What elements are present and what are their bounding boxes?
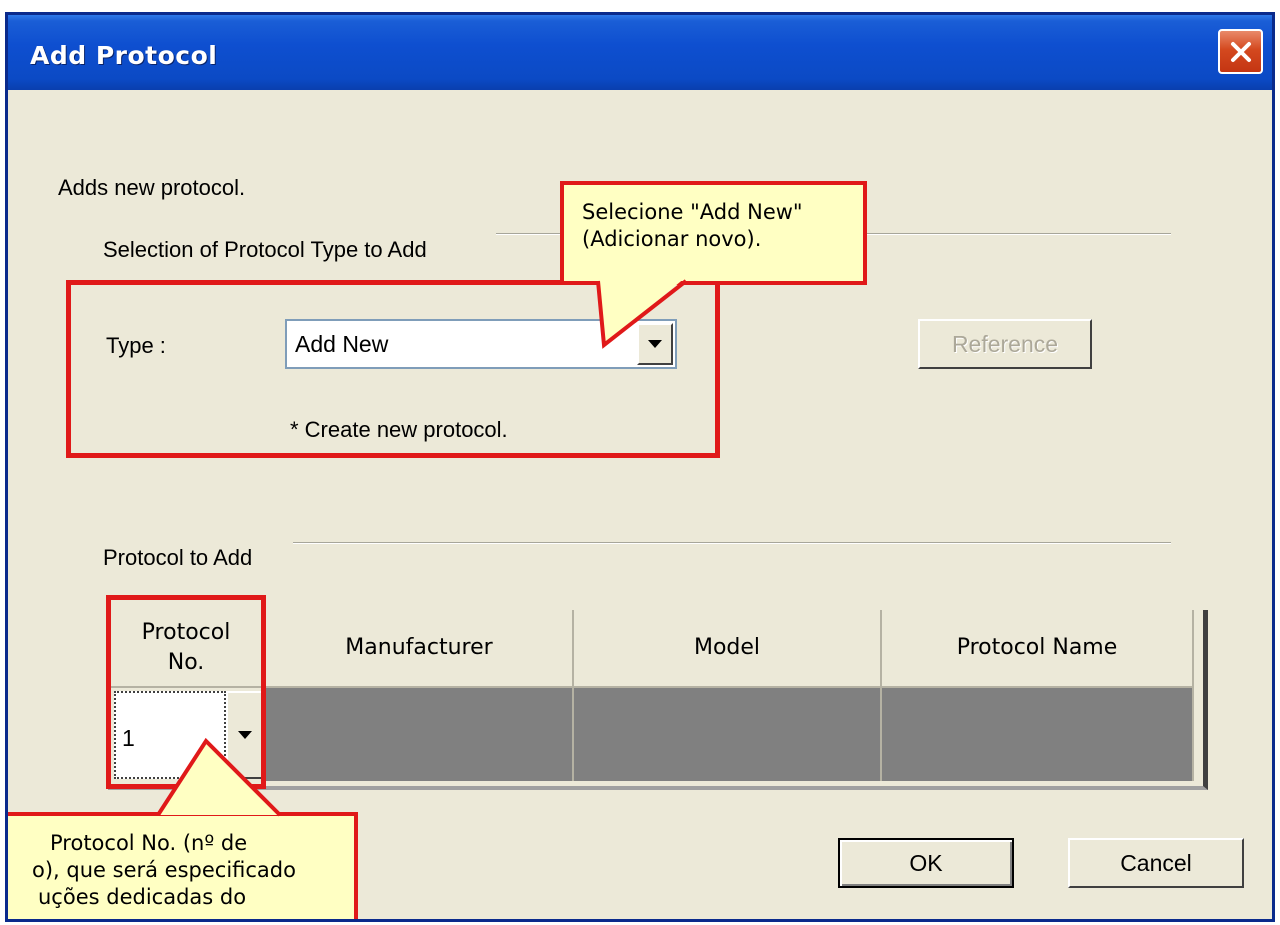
callout-select-add-new: Selecione "Add New" (Adicionar novo). — [560, 181, 867, 285]
protocol-group-label: Protocol to Add — [103, 545, 253, 570]
column-header-model[interactable]: Model — [574, 610, 882, 688]
column-header-manufacturer[interactable]: Manufacturer — [266, 610, 574, 688]
callout-bottom-line-1: Protocol No. (nº de — [50, 831, 248, 855]
window-title: Add Protocol — [30, 41, 218, 70]
callout-top-line-1: Selecione "Add New" — [582, 200, 803, 224]
close-button[interactable] — [1218, 29, 1263, 74]
cancel-button[interactable]: Cancel — [1068, 838, 1244, 888]
selection-group-label: Selection of Protocol Type to Add — [103, 237, 427, 262]
callout-bottom-line-3: uções dedicadas do — [38, 885, 247, 909]
close-icon — [1230, 41, 1251, 62]
callout-top-line-2: (Adicionar novo). — [582, 227, 762, 251]
title-bar[interactable]: Add Protocol — [8, 15, 1272, 90]
callout-top-tail — [596, 277, 688, 349]
reference-button[interactable]: Reference — [918, 319, 1092, 369]
ok-button[interactable]: OK — [838, 838, 1014, 888]
cell-protocol-name[interactable] — [882, 688, 1194, 781]
column-header-protocol-name[interactable]: Protocol Name — [882, 610, 1194, 688]
add-protocol-dialog: Add Protocol Adds new protocol. Selectio… — [5, 12, 1275, 922]
cell-model[interactable] — [574, 688, 882, 781]
callout-bottom-tail — [156, 737, 282, 817]
protocol-group-divider — [293, 542, 1171, 544]
callout-protocol-number: Protocol No. (nº de o), que será especif… — [8, 812, 358, 919]
callout-bottom-line-2: o), que será especificado — [32, 858, 296, 882]
cell-manufacturer[interactable] — [266, 688, 574, 781]
dialog-description: Adds new protocol. — [58, 175, 246, 200]
